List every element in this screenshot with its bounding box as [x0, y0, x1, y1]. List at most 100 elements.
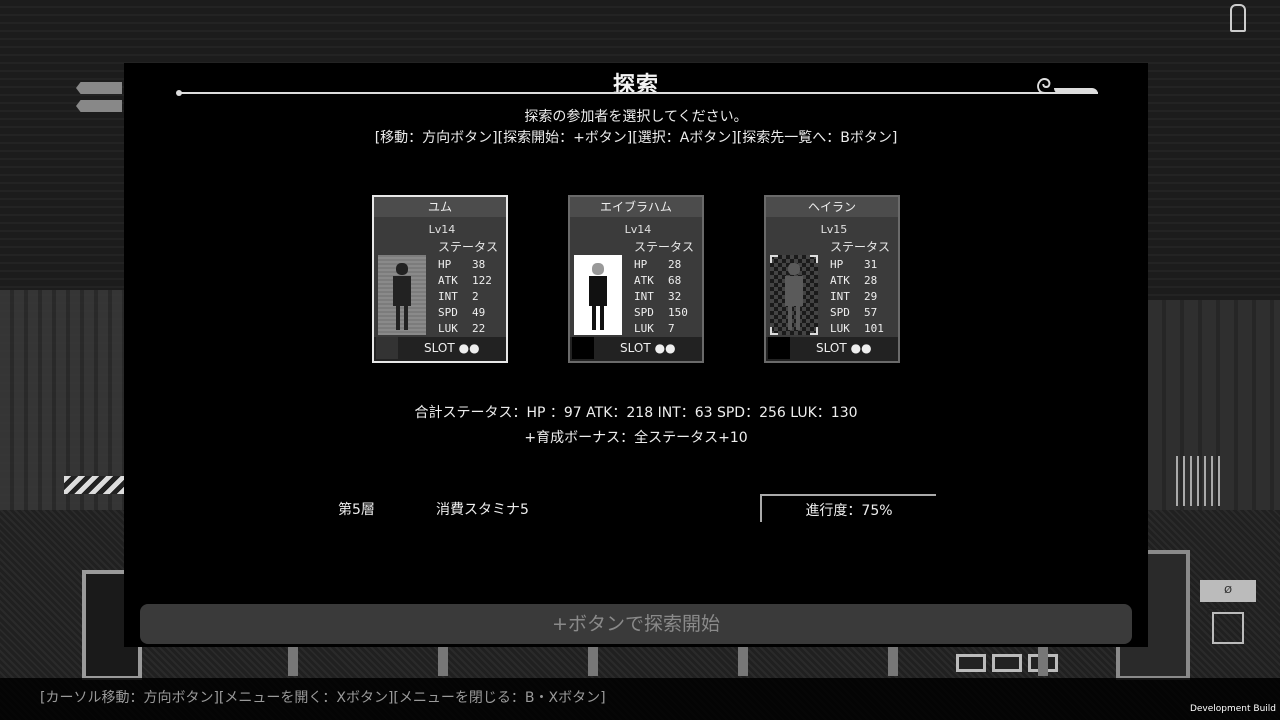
stat-label: SPD	[438, 306, 458, 319]
mini-avatar-icon	[572, 337, 594, 359]
character-portrait	[574, 255, 622, 335]
status-header: ステータス	[634, 240, 695, 254]
stat-label: ATK	[634, 274, 654, 287]
stat-value: 122	[472, 274, 492, 287]
character-card-abraham[interactable]: エイブラハム Lv14 ステータス HP 28 ATK 68 INT 32 SPD 15…	[568, 195, 704, 363]
stat-row-int: INT 2	[438, 289, 492, 305]
dialog-controls-help: [移動：方向ボタン][探索開始：+ボタン][選択：Aボタン][探索先一覧へ：Bボ…	[374, 130, 898, 146]
card-footer: SLOT ●●	[570, 337, 702, 361]
mini-avatar-icon	[768, 337, 790, 359]
progress-box: 進行度：75%	[760, 494, 936, 522]
character-level: Lv15	[820, 223, 848, 236]
stat-label: HP	[634, 258, 648, 271]
character-stats: HP 38 ATK 122 INT 2 SPD 49 LUK 22	[438, 257, 492, 337]
stat-row-hp: HP 28	[634, 257, 688, 273]
stat-row-luk: LUK 101	[830, 321, 884, 337]
stat-label: HP	[438, 258, 452, 271]
flourish-icon: ᘓ	[1036, 75, 1052, 100]
background-shop-icon	[1212, 612, 1244, 644]
bottom-help-text: [カーソル移動：方向ボタン][メニューを開く：Xボタン][メニューを閉じる：B・…	[40, 690, 606, 706]
stat-row-int: INT 32	[634, 289, 688, 305]
stat-value: 22	[472, 322, 486, 335]
frame-corner	[770, 327, 778, 335]
dialog-title: 探索	[612, 73, 659, 98]
dialog-instruction: 探索の参加者を選択してください。	[524, 109, 748, 125]
character-portrait	[378, 255, 426, 335]
stat-row-int: INT 29	[830, 289, 884, 305]
character-sprite-icon	[392, 263, 412, 333]
stat-label: LUK	[830, 322, 850, 335]
slot-dots: ●●	[850, 341, 872, 355]
character-card-heiran[interactable]: ヘイラン Lv15 ステータス HP 31 ATK 28 INT 29 SPD 57 L…	[764, 195, 900, 363]
stat-row-atk: ATK 28	[830, 273, 884, 289]
background-rails	[148, 646, 1128, 676]
mini-avatar-icon	[376, 337, 398, 359]
slot-label: SLOT	[816, 341, 847, 355]
stat-value: 101	[864, 322, 884, 335]
bottom-help-bar: [カーソル移動：方向ボタン][メニューを開く：Xボタン][メニューを閉じる：B・…	[0, 678, 1280, 720]
stat-label: INT	[830, 290, 850, 303]
character-level: Lv14	[428, 223, 456, 236]
status-header: ステータス	[830, 240, 891, 254]
slot-dots: ●●	[654, 341, 676, 355]
frame-corner	[770, 255, 778, 263]
frame-corner	[810, 255, 818, 263]
stat-row-hp: HP 31	[830, 257, 884, 273]
stat-label: ATK	[438, 274, 458, 287]
background-shop-sign: Ø ЋΓΣЊΜΣ	[1200, 580, 1256, 618]
stat-value: 28	[864, 274, 878, 287]
stat-value: 2	[472, 290, 479, 303]
stat-row-atk: ATK 68	[634, 273, 688, 289]
progress-text: 進行度：75%	[805, 503, 893, 519]
stat-value: 31	[864, 258, 878, 271]
exploration-dialog: 探索 ᘓ 探索の参加者を選択してください。 [移動：方向ボタン][探索開始：+ボ…	[124, 63, 1148, 647]
slot-indicator: SLOT ●●	[424, 341, 480, 355]
slot-indicator: SLOT ●●	[816, 341, 872, 355]
stat-row-luk: LUK 7	[634, 321, 688, 337]
background-signposts	[76, 82, 122, 118]
floor-label: 第5層	[338, 502, 375, 518]
training-bonus: +育成ボーナス：全ステータス+10	[524, 430, 748, 446]
slot-label: SLOT	[424, 341, 455, 355]
stat-value: 49	[472, 306, 486, 319]
stat-value: 150	[668, 306, 688, 319]
stat-value: 29	[864, 290, 878, 303]
character-portrait	[770, 255, 818, 335]
character-level: Lv14	[624, 223, 652, 236]
slot-label: SLOT	[620, 341, 651, 355]
stamina-cost: 消費スタミナ5	[436, 502, 529, 518]
frame-corner	[810, 327, 818, 335]
stat-row-spd: SPD 57	[830, 305, 884, 321]
stat-value: 28	[668, 258, 682, 271]
stat-label: INT	[438, 290, 458, 303]
stat-value: 68	[668, 274, 682, 287]
flourish-tail	[1054, 88, 1098, 94]
background-hazard-stripe	[64, 476, 124, 494]
character-sprite-icon	[588, 263, 608, 333]
stat-row-spd: SPD 150	[634, 305, 688, 321]
stat-label: LUK	[438, 322, 458, 335]
stat-row-luk: LUK 22	[438, 321, 492, 337]
stat-row-atk: ATK 122	[438, 273, 492, 289]
stat-value: 32	[668, 290, 682, 303]
character-card-yumu[interactable]: ユム Lv14 ステータス HP 38 ATK 122 INT 2 SPD 49 LUK…	[372, 195, 508, 363]
stat-label: SPD	[830, 306, 850, 319]
stat-label: INT	[634, 290, 654, 303]
character-sprite-icon	[784, 263, 804, 333]
stat-label: LUK	[634, 322, 654, 335]
start-exploration-button[interactable]: +ボタンで探索開始	[140, 604, 1132, 644]
stat-value: 7	[668, 322, 675, 335]
stat-label: HP	[830, 258, 844, 271]
character-name: エイブラハム	[570, 197, 702, 217]
total-status: 合計ステータス：HP ：97 ATK：218 INT：63 SPD：256 LU…	[414, 405, 858, 421]
dev-build-label: Development Build	[1189, 704, 1276, 714]
stat-label: SPD	[634, 306, 654, 319]
slot-dots: ●●	[458, 341, 480, 355]
stat-label: ATK	[830, 274, 850, 287]
card-footer: SLOT ●●	[374, 337, 506, 361]
stat-row-hp: HP 38	[438, 257, 492, 273]
slot-indicator: SLOT ●●	[620, 341, 676, 355]
background-gate	[1176, 456, 1220, 506]
character-name: ヘイラン	[766, 197, 898, 217]
character-name: ユム	[374, 197, 506, 217]
